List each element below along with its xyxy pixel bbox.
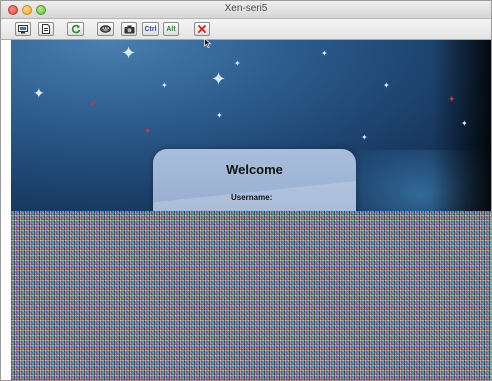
remote-screen[interactable]: ✦ ✦ ✦ ✦ ✦ ✦ ✦ ✦ ✦ ✦ ✦ ✦ ✦ Welcome Userna… — [11, 40, 491, 211]
star-icon: ✦ — [321, 49, 328, 58]
star-icon: ✦ — [448, 94, 456, 104]
vnc-viewer-window: Xen-seri5 Ctrl Alt ✦ ✦ ✦ ✦ ✦ ✦ ✦ ✦ ✦ ✦ ✦… — [0, 0, 492, 381]
login-dialog: Welcome Username: — [153, 149, 356, 211]
mouse-pointer-icon — [204, 38, 212, 48]
window-left-margin — [1, 40, 11, 380]
document-info-icon — [42, 24, 50, 34]
star-icon: ✦ — [361, 133, 368, 142]
star-icon: ✦ — [89, 99, 97, 109]
send-keys-button[interactable] — [97, 22, 114, 36]
refresh-button[interactable] — [67, 22, 84, 36]
star-icon: ✦ — [211, 69, 227, 89]
window-title: Xen-seri5 — [224, 3, 268, 14]
star-icon: ✦ — [461, 119, 468, 128]
star-icon: ✦ — [216, 111, 223, 120]
star-icon: ✦ — [33, 85, 45, 101]
star-icon: ✦ — [234, 59, 241, 68]
star-icon: ✦ — [161, 81, 168, 90]
alt-key-button[interactable]: Alt — [163, 22, 179, 36]
keyboard-icon — [100, 25, 111, 33]
corrupted-screen-region[interactable] — [11, 211, 491, 380]
refresh-icon — [71, 24, 80, 34]
toolbar: Ctrl Alt — [1, 19, 491, 40]
camera-icon — [124, 25, 134, 33]
username-label: Username: — [231, 193, 273, 202]
title-bar[interactable]: Xen-seri5 — [1, 1, 491, 19]
info-button[interactable] — [38, 22, 54, 36]
star-icon: ✦ — [121, 43, 137, 63]
computer-settings-icon — [18, 24, 28, 33]
welcome-heading: Welcome — [226, 162, 283, 177]
settings-button[interactable] — [15, 22, 31, 36]
close-icon — [198, 25, 206, 33]
star-icon: ✦ — [144, 126, 152, 136]
star-icon: ✦ — [383, 81, 390, 90]
disconnect-button[interactable] — [194, 22, 210, 36]
ctrl-key-button[interactable]: Ctrl — [142, 22, 159, 36]
screenshot-button[interactable] — [121, 22, 137, 36]
